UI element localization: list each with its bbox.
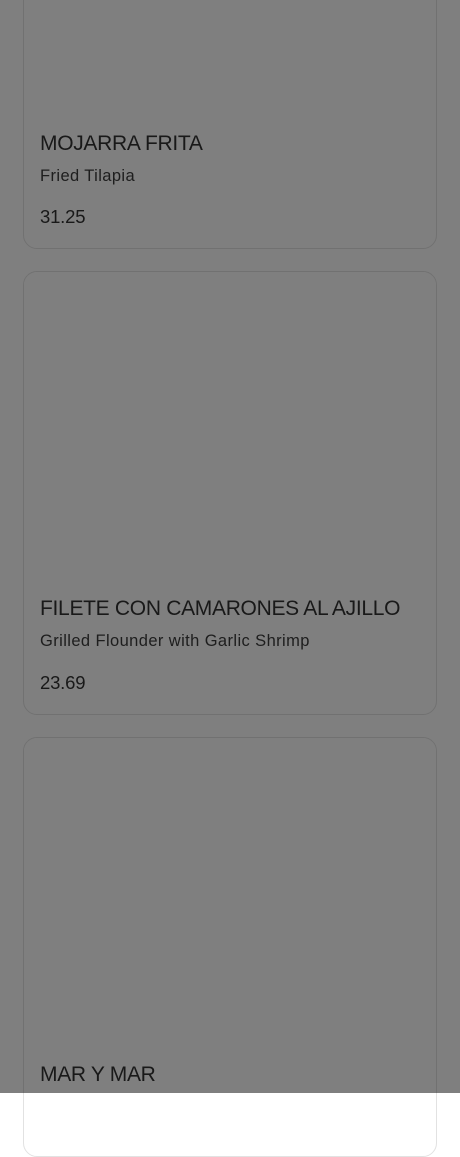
modal-backdrop-overlay[interactable]	[0, 0, 460, 1093]
